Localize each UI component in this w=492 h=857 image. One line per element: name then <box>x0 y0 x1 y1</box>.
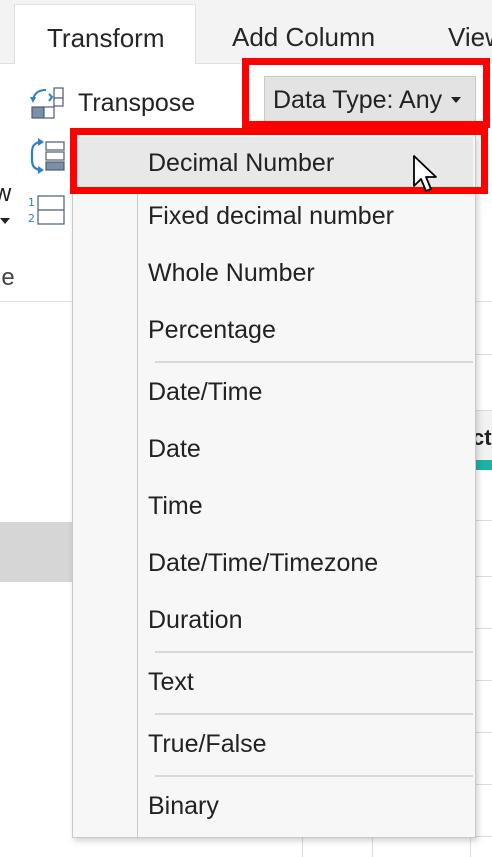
menu-item-fixed-decimal-number[interactable]: Fixed decimal number <box>75 188 473 244</box>
transpose-label: Transpose <box>78 88 196 117</box>
count-rows-button[interactable]: 1 2 <box>28 194 66 226</box>
svg-text:1: 1 <box>28 196 35 209</box>
menu-separator <box>155 713 473 715</box>
menu-item-date-time-timezone[interactable]: Date/Time/Timezone <box>75 535 473 591</box>
ribbon-cut-label: w <box>0 180 12 207</box>
ribbon-group-label: le <box>0 264 15 291</box>
menu-item-date[interactable]: Date <box>75 421 473 477</box>
data-type-label: Data Type: Any <box>273 85 443 114</box>
grid-divider <box>302 836 303 857</box>
chevron-down-icon <box>451 97 462 103</box>
menu-separator <box>155 651 473 653</box>
menu-item-whole-number[interactable]: Whole Number <box>75 245 473 301</box>
grid-divider <box>372 836 373 857</box>
menu-item-date-time[interactable]: Date/Time <box>75 364 473 420</box>
tab-transform[interactable]: Transform <box>14 4 196 66</box>
reverse-rows-button[interactable] <box>28 136 66 176</box>
menu-item-time[interactable]: Time <box>75 478 473 534</box>
data-type-menu: Decimal Number Fixed decimal number Whol… <box>72 134 476 839</box>
tab-add-column[interactable]: Add Column <box>232 22 375 53</box>
selected-query-item[interactable] <box>0 522 72 582</box>
menu-item-duration[interactable]: Duration <box>75 592 473 648</box>
count-rows-icon: 1 2 <box>28 195 65 225</box>
power-query-window: Transform Add Column View w le Transpose <box>0 0 492 857</box>
menu-item-true-false[interactable]: True/False <box>75 716 473 772</box>
ribbon-tab-strip: Transform Add Column View <box>0 0 492 66</box>
reverse-rows-icon <box>30 138 65 174</box>
menu-item-binary[interactable]: Binary <box>75 778 473 834</box>
menu-item-percentage[interactable]: Percentage <box>75 302 473 358</box>
data-type-dropdown[interactable]: Data Type: Any <box>264 76 476 124</box>
mouse-pointer-icon <box>413 155 437 192</box>
transpose-icon <box>30 87 64 119</box>
svg-text:2: 2 <box>28 212 35 225</box>
menu-separator <box>155 361 473 363</box>
menu-item-text[interactable]: Text <box>75 654 473 710</box>
transpose-button[interactable]: Transpose <box>28 84 195 122</box>
tab-view[interactable]: View <box>448 22 492 53</box>
chevron-down-icon[interactable] <box>0 218 10 224</box>
menu-separator <box>155 775 473 777</box>
